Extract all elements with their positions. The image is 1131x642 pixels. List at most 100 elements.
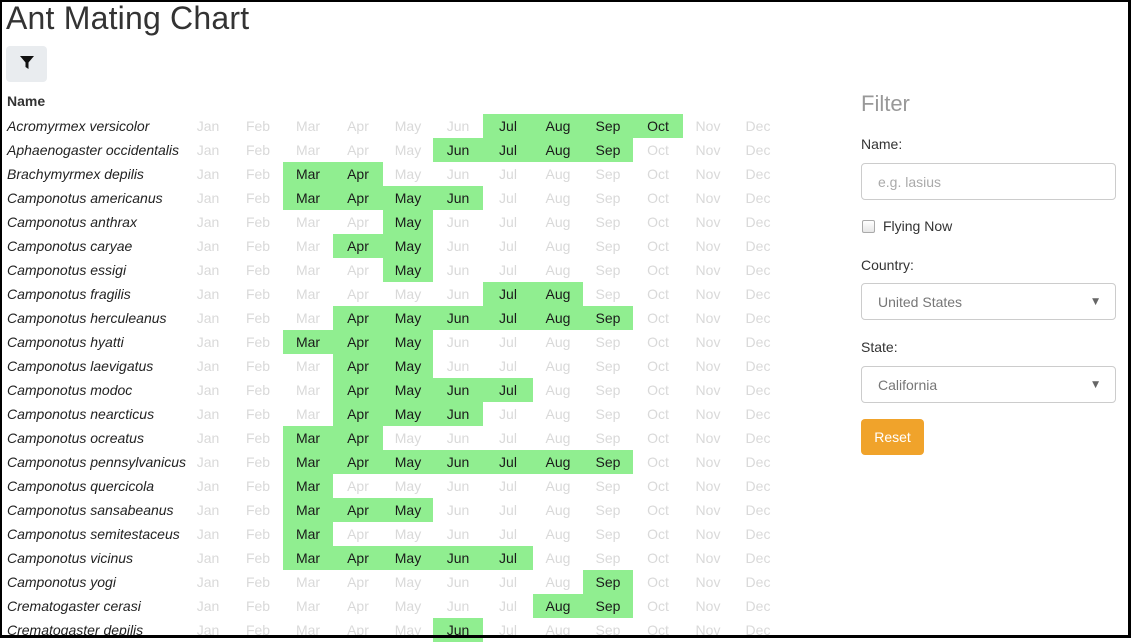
month-cell: Jul [499,166,517,182]
month-cell: May [394,142,422,158]
species-name[interactable]: Crematogaster cerasi [7,594,141,618]
month-cell-active: Jun [433,138,483,162]
flying-now-row[interactable]: Flying Now [861,218,952,234]
month-cell: Aug [545,190,571,206]
reset-button[interactable]: Reset [861,419,924,455]
month-cell-active: May [383,234,433,258]
species-name[interactable]: Camponotus essigi [7,258,126,282]
flying-now-label[interactable]: Flying Now [883,218,952,234]
month-cell-active: May [383,450,433,474]
month-cell-active: Mar [283,426,333,450]
month-cell: Nov [695,622,721,638]
month-cell: Sep [595,526,621,542]
month-cell: May [394,598,422,614]
filter-icon [19,55,34,73]
month-cell-active: Jul [483,138,533,162]
month-cell: Oct [647,382,669,398]
country-select[interactable]: United States ▼ [861,283,1116,320]
month-cell-active: Jun [433,186,483,210]
table-row: Camponotus laevigatus Jan Feb Mar Apr May Jun J… [0,354,800,378]
species-name[interactable]: Brachymyrmex depilis [7,162,144,186]
country-label: Country: [861,257,914,273]
species-name[interactable]: Camponotus pennsylvanicus [7,450,186,474]
table-row: Camponotus pennsylvanicus Jan Feb Mar Apr May… [0,450,800,474]
month-cell: Dec [745,454,771,470]
month-cell: Aug [545,262,571,278]
month-cell: Sep [595,358,621,374]
table-row: Camponotus yogi Jan Feb Mar Apr May Jun Jul Aug S… [0,570,800,594]
month-cell: Apr [347,526,369,542]
month-cell: Jul [499,406,517,422]
month-cell: Jun [446,166,470,182]
species-name[interactable]: Camponotus sansabeanus [7,498,174,522]
month-cell: Aug [545,166,571,182]
name-filter-input[interactable] [861,163,1116,200]
month-cell: Nov [695,454,721,470]
species-name[interactable]: Camponotus vicinus [7,546,133,570]
month-cell: Jan [196,430,220,446]
name-label: Name: [861,136,903,152]
month-cell: Mar [295,214,321,230]
state-select[interactable]: California ▼ [861,366,1116,403]
flying-now-checkbox[interactable] [862,219,875,233]
month-cell: Jan [196,622,220,638]
month-cell: Oct [647,478,669,494]
month-cell: Jul [499,526,517,542]
table-row: Crematogaster depilis Jan Feb Mar Apr May Jun J… [0,618,800,642]
month-cell-active: Apr [333,162,383,186]
species-name[interactable]: Camponotus herculeanus [7,306,167,330]
species-name[interactable]: Camponotus nearcticus [7,402,154,426]
month-cell: Jan [196,118,220,134]
species-name[interactable]: Camponotus americanus [7,186,163,210]
month-cell: Sep [595,262,621,278]
month-cell: Aug [545,502,571,518]
species-name[interactable]: Camponotus hyatti [7,330,124,354]
species-name[interactable]: Camponotus laevigatus [7,354,153,378]
species-name[interactable]: Camponotus yogi [7,570,116,594]
month-cell: Jan [196,358,220,374]
month-cell: Jan [196,310,220,326]
month-cell-active: Jul [483,450,533,474]
species-name[interactable]: Crematogaster depilis [7,618,143,642]
month-cell: Jan [196,238,220,254]
month-cell: Jan [196,334,220,350]
species-name[interactable]: Camponotus fragilis [7,282,131,306]
month-cell: Nov [695,598,721,614]
month-cell: Aug [545,478,571,494]
month-cell: Jan [196,382,220,398]
month-cell-active: Apr [333,186,383,210]
month-cell: Jun [446,526,470,542]
month-cell-active: May [383,258,433,282]
month-cell-active: Apr [333,306,383,330]
month-cell-active: Jul [483,378,533,402]
month-cell: Dec [745,622,771,638]
species-name[interactable]: Camponotus ocreatus [7,426,144,450]
month-cell-active: Mar [283,498,333,522]
name-column-header[interactable]: Name [7,93,45,109]
month-cell: May [394,166,422,182]
month-cell-active: May [383,378,433,402]
month-cell: Nov [695,118,721,134]
species-name[interactable]: Aphaenogaster occidentalis [7,138,179,162]
species-name[interactable]: Camponotus anthrax [7,210,137,234]
month-cell: Jul [499,262,517,278]
filter-toggle-button[interactable] [6,46,47,82]
species-name[interactable]: Camponotus semitestaceus [7,522,180,546]
month-cell: Jun [446,598,470,614]
species-name[interactable]: Acromyrmex versicolor [7,114,149,138]
month-cell: Oct [647,526,669,542]
month-cell: Dec [745,478,771,494]
month-cell-active: Sep [583,138,633,162]
month-cell: Nov [695,334,721,350]
month-cell: Aug [545,526,571,542]
month-cell: Jun [446,478,470,494]
month-cell: Jul [499,574,517,590]
month-cell: Sep [595,238,621,254]
species-name[interactable]: Camponotus quercicola [7,474,154,498]
month-cell-active: May [383,306,433,330]
month-cell: Oct [647,622,669,638]
month-cell: Dec [745,142,771,158]
species-name[interactable]: Camponotus modoc [7,378,132,402]
species-name[interactable]: Camponotus caryae [7,234,132,258]
month-cell: Jul [499,502,517,518]
